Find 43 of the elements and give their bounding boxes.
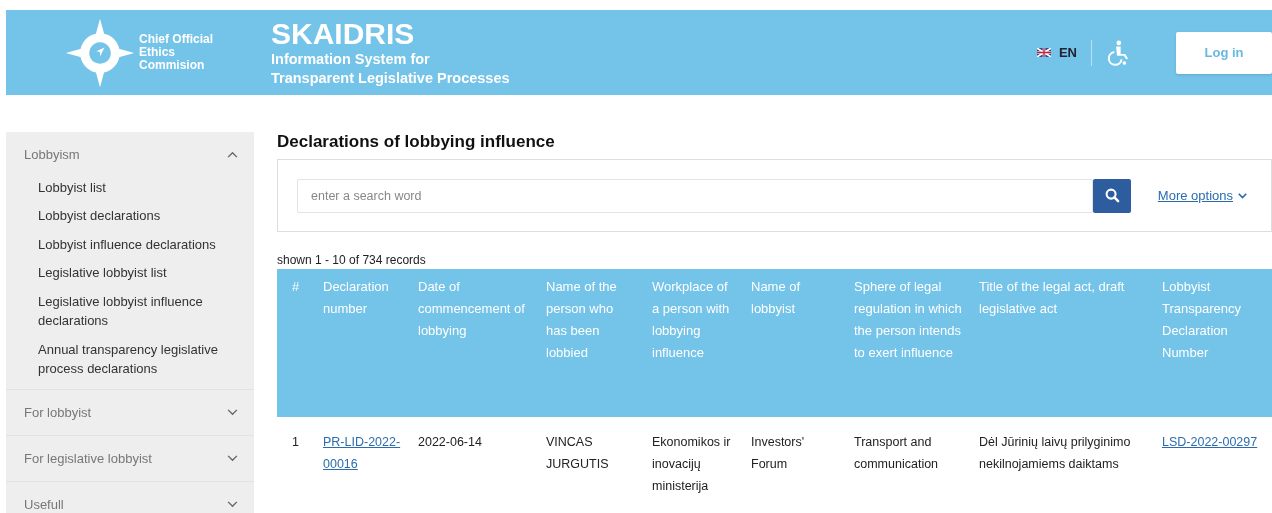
sidebar-group-header[interactable]: For lobbyist	[6, 390, 254, 435]
chevron-down-icon	[227, 409, 238, 416]
column-header: #	[277, 269, 313, 417]
search-button[interactable]	[1093, 178, 1131, 213]
site-subtitle: Information System for Transparent Legislative Processes	[271, 49, 510, 88]
table-cell: Ekonomikos ir inovacijų ministerija	[652, 435, 731, 493]
column-header: Workplace of a person with lobbying influence	[642, 269, 741, 417]
table-cell: VINCAS JURGUTIS	[546, 435, 609, 471]
declaration-link[interactable]: PR-LID-2022-00016	[323, 431, 402, 475]
search-field[interactable]: enter a search word	[297, 178, 1093, 213]
chevron-down-icon	[227, 501, 238, 508]
sidebar-link[interactable]: Lobbyist declarations	[38, 201, 228, 230]
search-icon	[1104, 188, 1120, 203]
language-selector[interactable]: EN	[1036, 42, 1077, 63]
uk-flag-icon	[1036, 48, 1051, 57]
sidebar-link[interactable]: Legislative lobbyist influence declarations	[38, 287, 228, 335]
wheelchair-accessibility-icon[interactable]	[1106, 39, 1128, 66]
chevron-down-icon	[1238, 192, 1247, 199]
table-cell: 1	[292, 435, 299, 449]
more-options-link[interactable]: More options	[1157, 185, 1247, 206]
declaration-link[interactable]: LSD-2022-00297	[1162, 431, 1266, 453]
column-header: Declaration number	[313, 269, 408, 417]
table-cell: Transport and communication	[854, 435, 939, 471]
page-title: Declarations of lobbying influence	[277, 131, 556, 153]
column-header: Name of the person who has been lobbied	[536, 269, 642, 417]
records-count: shown 1 - 10 of 734 records	[277, 252, 427, 269]
table-cell: Investors' Forum	[751, 435, 805, 471]
sidebar-group-header[interactable]: For legislative lobbyist	[6, 436, 254, 481]
table-cell: Dėl Jūrinių laivų prilyginimo nekilnojamiems daiktams	[979, 435, 1131, 471]
column-header: Lobbyist Transparency Declaration Number	[1152, 269, 1272, 417]
table-cell: 2022-06-14	[418, 435, 482, 449]
column-header: Sphere of legal regulation in which the person intends to exert influence	[844, 269, 969, 417]
org-name: Chief Official Ethics Commision	[139, 33, 214, 72]
sidebar-link[interactable]: Annual transparency legislative process declarations	[38, 335, 228, 383]
chevron-down-icon	[227, 455, 238, 462]
sidebar-link[interactable]: Legislative lobbyist list	[38, 258, 228, 287]
column-header: Title of the legal act, draft legislative act	[969, 269, 1152, 417]
site-title: SKAIDRIS	[271, 17, 416, 50]
sidebar-link[interactable]: Lobbyist influence declarations	[38, 230, 228, 259]
chevron-up-icon	[227, 151, 238, 158]
column-header: Date of commencement of lobbying	[408, 269, 536, 417]
sidebar-group-header[interactable]: Usefull	[6, 482, 254, 513]
column-header: Name of lobbyist	[741, 269, 844, 417]
